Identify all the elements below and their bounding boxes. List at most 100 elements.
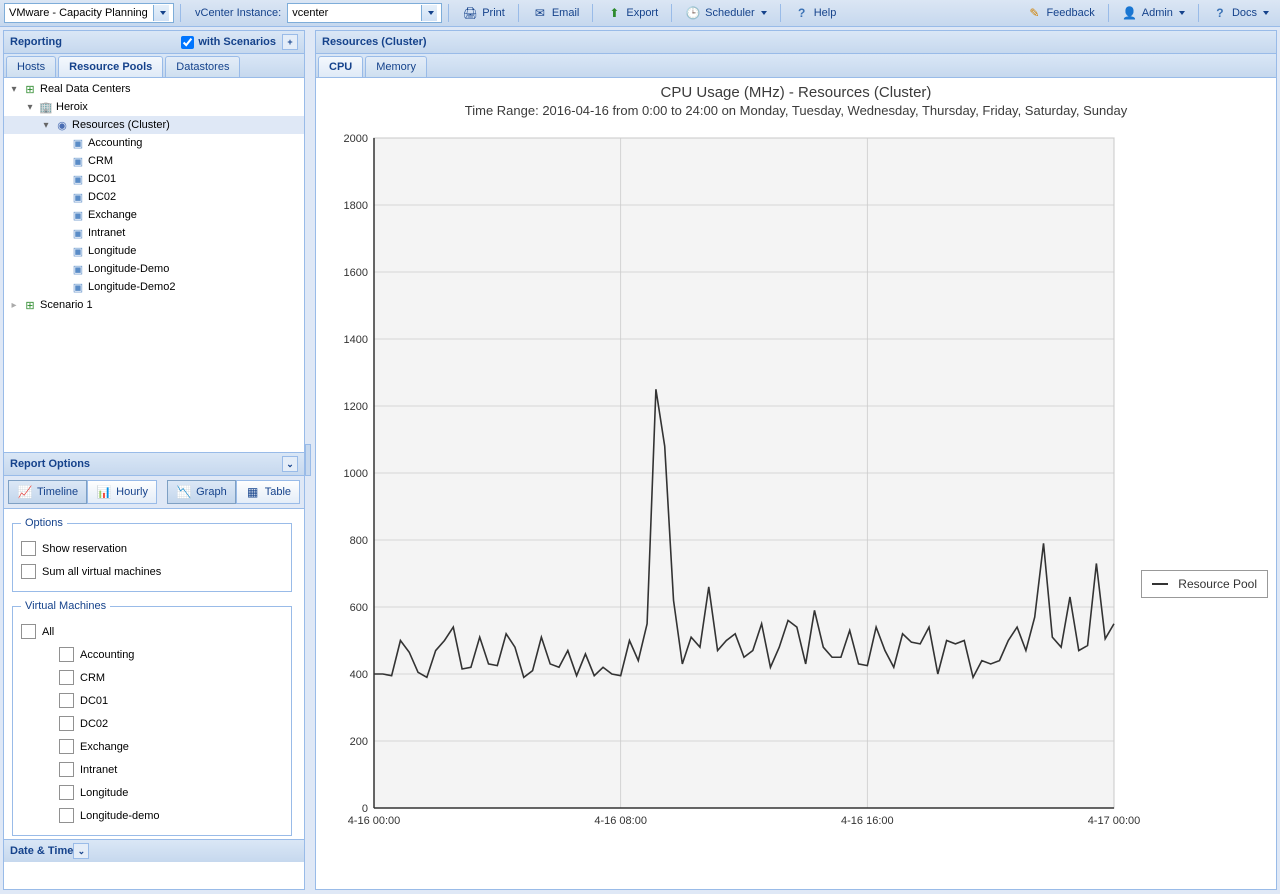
tab-hosts[interactable]: Hosts	[6, 56, 56, 77]
caret-down-icon	[153, 5, 169, 21]
collapse-icon[interactable]: ▾	[24, 101, 36, 113]
tab-resource-pools[interactable]: Resource Pools	[58, 56, 163, 77]
table-button[interactable]: ▦Table	[236, 480, 300, 504]
tree-node-heroix[interactable]: ▾🏢Heroix	[4, 98, 304, 116]
clock-icon: 🕒	[685, 5, 701, 21]
datacenter-icon: ⊞	[22, 81, 38, 97]
chevron-down-icon[interactable]: ⌄	[73, 843, 89, 859]
plus-icon[interactable]: +	[282, 34, 298, 50]
vcenter-dropdown[interactable]: vcenter	[287, 3, 442, 23]
with-scenarios-label: with Scenarios	[198, 36, 276, 48]
tree-node-longitude[interactable]: ▣Longitude	[4, 242, 304, 260]
right-header: Resources (Cluster)	[316, 31, 1276, 54]
tree-node-accounting[interactable]: ▣Accounting	[4, 134, 304, 152]
admin-button[interactable]: 👤Admin	[1115, 2, 1192, 24]
vm-icon: ▣	[70, 135, 86, 151]
tree-node-exchange[interactable]: ▣Exchange	[4, 206, 304, 224]
checkbox[interactable]	[59, 670, 74, 685]
with-scenarios-checkbox[interactable]	[181, 36, 194, 49]
vcenter-value: vcenter	[292, 7, 328, 19]
checkbox[interactable]	[21, 564, 36, 579]
vm-row-dc02[interactable]: DC02	[21, 712, 283, 735]
chevron-down-icon[interactable]: ⌄	[282, 456, 298, 472]
tree-node-dc02[interactable]: ▣DC02	[4, 188, 304, 206]
tree-node-scenario[interactable]: ▸⊞Scenario 1	[4, 296, 304, 314]
tab-datastores[interactable]: Datastores	[165, 56, 240, 77]
options-fieldset: Options Show reservation Sum all virtual…	[12, 517, 292, 592]
tree-node-longitude-demo[interactable]: ▣Longitude-Demo	[4, 260, 304, 278]
tree-node-intranet[interactable]: ▣Intranet	[4, 224, 304, 242]
expand-icon[interactable]: ▸	[8, 299, 20, 311]
bar-chart-icon: 📊	[96, 484, 112, 500]
vm-icon: ▣	[70, 225, 86, 241]
show-reservation-row[interactable]: Show reservation	[21, 537, 283, 560]
vm-row-dc01[interactable]: DC01	[21, 689, 283, 712]
svg-text:4-17 00:00: 4-17 00:00	[1088, 815, 1141, 827]
vm-icon: ▣	[70, 153, 86, 169]
vm-row-intranet[interactable]: Intranet	[21, 758, 283, 781]
svg-text:400: 400	[350, 669, 368, 681]
checkbox[interactable]	[59, 808, 74, 823]
vm-fieldset: Virtual Machines All AccountingCRMDC01DC…	[12, 600, 292, 836]
timeline-button[interactable]: 📈Timeline	[8, 480, 87, 504]
export-icon: ⬆	[606, 5, 622, 21]
checkbox[interactable]	[21, 624, 36, 639]
tree-node-root[interactable]: ▾⊞Real Data Centers	[4, 80, 304, 98]
scheduler-button[interactable]: 🕒Scheduler	[678, 2, 774, 24]
app-dropdown-label: VMware - Capacity Planning	[9, 7, 148, 19]
splitter[interactable]	[305, 27, 311, 893]
svg-text:1600: 1600	[344, 267, 368, 279]
report-options-header[interactable]: Report Options ⌄	[4, 452, 304, 476]
checkbox[interactable]	[59, 762, 74, 777]
top-toolbar: VMware - Capacity Planning vCenter Insta…	[0, 0, 1280, 27]
building-icon: 🏢	[38, 99, 54, 115]
checkbox[interactable]	[59, 647, 74, 662]
vm-row-longitude[interactable]: Longitude	[21, 781, 283, 804]
svg-text:4-16 00:00: 4-16 00:00	[348, 815, 401, 827]
checkbox[interactable]	[59, 716, 74, 731]
checkbox[interactable]	[59, 739, 74, 754]
checkbox[interactable]	[21, 541, 36, 556]
help-button[interactable]: ?Help	[787, 2, 844, 24]
docs-button[interactable]: ?Docs	[1205, 2, 1276, 24]
tree-node-crm[interactable]: ▣CRM	[4, 152, 304, 170]
checkbox[interactable]	[59, 785, 74, 800]
help-icon: ?	[794, 5, 810, 21]
svg-text:1000: 1000	[344, 468, 368, 480]
svg-text:200: 200	[350, 736, 368, 748]
collapse-icon[interactable]: ▾	[8, 83, 20, 95]
checkbox[interactable]	[59, 693, 74, 708]
right-tabs: CPU Memory	[316, 54, 1276, 78]
vcenter-label: vCenter Instance:	[195, 7, 281, 19]
legend: Resource Pool	[1141, 570, 1268, 598]
app-dropdown[interactable]: VMware - Capacity Planning	[4, 3, 174, 23]
svg-text:600: 600	[350, 602, 368, 614]
reporting-header: Reporting with Scenarios +	[4, 31, 304, 54]
envelope-icon: ✉	[532, 5, 548, 21]
left-tabs: Hosts Resource Pools Datastores	[4, 54, 304, 78]
date-time-header[interactable]: Date & Time ⌄	[4, 839, 304, 862]
svg-text:1400: 1400	[344, 334, 368, 346]
vm-row-accounting[interactable]: Accounting	[21, 643, 283, 666]
collapse-icon[interactable]: ▾	[40, 119, 52, 131]
vm-all-row[interactable]: All	[21, 620, 283, 643]
vm-row-exchange[interactable]: Exchange	[21, 735, 283, 758]
feedback-button[interactable]: ✎Feedback	[1019, 2, 1101, 24]
tree-node-longitude-demo2[interactable]: ▣Longitude-Demo2	[4, 278, 304, 296]
export-button[interactable]: ⬆Export	[599, 2, 665, 24]
vm-icon: ▣	[70, 243, 86, 259]
legend-line-icon	[1152, 583, 1168, 585]
vm-row-longitude-demo[interactable]: Longitude-demo	[21, 804, 283, 827]
print-button[interactable]: 🖨Print	[455, 2, 512, 24]
tab-memory[interactable]: Memory	[365, 56, 427, 77]
table-icon: ▦	[245, 484, 261, 500]
tab-cpu[interactable]: CPU	[318, 56, 363, 77]
tree-node-resources[interactable]: ▾◉Resources (Cluster)	[4, 116, 304, 134]
tree-node-dc01[interactable]: ▣DC01	[4, 170, 304, 188]
email-button[interactable]: ✉Email	[525, 2, 587, 24]
vm-row-crm[interactable]: CRM	[21, 666, 283, 689]
cluster-icon: ◉	[54, 117, 70, 133]
graph-button[interactable]: 📉Graph	[167, 480, 236, 504]
hourly-button[interactable]: 📊Hourly	[87, 480, 157, 504]
sum-vm-row[interactable]: Sum all virtual machines	[21, 560, 283, 583]
